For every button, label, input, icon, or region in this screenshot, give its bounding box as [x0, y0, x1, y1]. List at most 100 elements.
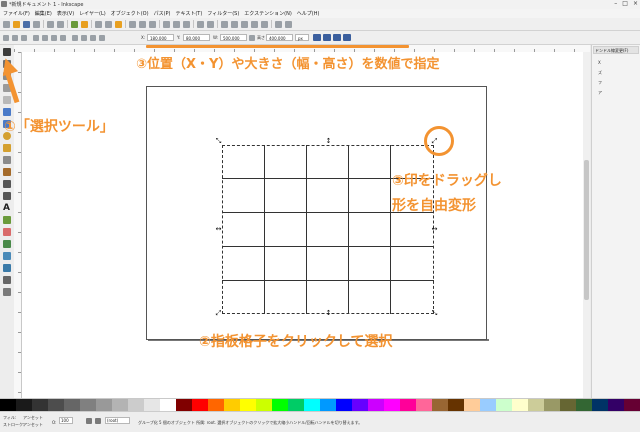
menu-object[interactable]: オブジェクト(O): [111, 10, 149, 17]
color-swatch[interactable]: [256, 399, 272, 411]
color-swatch[interactable]: [352, 399, 368, 411]
dock-tab[interactable]: ドンドル線変更(F): [593, 46, 639, 54]
handle-bottom-icon[interactable]: ↕: [325, 310, 332, 317]
color-swatch[interactable]: [240, 399, 256, 411]
measure-tool-icon[interactable]: [3, 96, 11, 104]
menu-path[interactable]: パス(P): [154, 10, 171, 17]
color-swatch[interactable]: [16, 399, 32, 411]
color-swatch[interactable]: [320, 399, 336, 411]
document-properties-icon[interactable]: [285, 20, 292, 28]
menu-text[interactable]: テキスト(T): [175, 10, 202, 17]
color-swatch[interactable]: [480, 399, 496, 411]
color-swatch[interactable]: [544, 399, 560, 411]
menu-file[interactable]: ファイル(F): [3, 10, 30, 17]
maximize-button[interactable]: □: [622, 0, 628, 7]
rotate-ccw-icon[interactable]: [33, 35, 39, 41]
color-swatch[interactable]: [368, 399, 384, 411]
color-swatch[interactable]: [608, 399, 624, 411]
zoom-drawing-icon[interactable]: [139, 20, 146, 28]
scale-corners-toggle-icon[interactable]: [323, 34, 331, 41]
layer-select[interactable]: (root): [105, 417, 130, 424]
color-swatch[interactable]: [624, 399, 640, 411]
select-tool-icon[interactable]: [3, 48, 11, 56]
vertical-scrollbar-thumb[interactable]: [584, 160, 589, 300]
zoom-page-icon[interactable]: [149, 20, 156, 28]
color-swatch[interactable]: [432, 399, 448, 411]
unit-select[interactable]: px: [295, 34, 309, 41]
menu-layer[interactable]: レイヤー(L): [79, 10, 106, 17]
color-swatch[interactable]: [32, 399, 48, 411]
handle-bottom-right-icon[interactable]: ⤡: [431, 310, 438, 317]
redo-icon[interactable]: [81, 20, 88, 28]
color-swatch[interactable]: [448, 399, 464, 411]
color-swatch[interactable]: [336, 399, 352, 411]
select-all-layers-icon[interactable]: [12, 35, 18, 41]
lock-toggle-icon[interactable]: [95, 418, 101, 424]
height-field[interactable]: 400.000: [266, 34, 293, 41]
spray-tool-icon[interactable]: [3, 216, 11, 224]
print-icon[interactable]: [33, 20, 40, 28]
duplicate-icon[interactable]: [163, 20, 170, 28]
deselect-icon[interactable]: [21, 35, 27, 41]
color-swatch[interactable]: [528, 399, 544, 411]
ungroup-icon[interactable]: [207, 20, 214, 28]
rotate-cw-icon[interactable]: [42, 35, 48, 41]
color-swatch[interactable]: [464, 399, 480, 411]
import-icon[interactable]: [47, 20, 54, 28]
menu-edit[interactable]: 編集(E): [35, 10, 52, 17]
paint-bucket-tool-icon[interactable]: [3, 240, 11, 248]
color-swatch[interactable]: [288, 399, 304, 411]
fill-value[interactable]: アンセット: [23, 415, 43, 421]
handle-top-left-icon[interactable]: ⤡: [215, 138, 222, 145]
raise-to-top-icon[interactable]: [72, 35, 78, 41]
close-button[interactable]: ×: [633, 0, 638, 7]
y-position-field[interactable]: 80.000: [183, 34, 210, 41]
width-field[interactable]: 500.000: [220, 34, 247, 41]
minimize-button[interactable]: –: [614, 0, 617, 7]
star-tool-icon[interactable]: [3, 144, 11, 152]
color-swatch[interactable]: [64, 399, 80, 411]
raise-icon[interactable]: [81, 35, 87, 41]
color-swatch[interactable]: [128, 399, 144, 411]
flip-vertical-icon[interactable]: [60, 35, 66, 41]
pen-tool-icon[interactable]: [3, 180, 11, 188]
new-document-icon[interactable]: [3, 20, 10, 28]
export-icon[interactable]: [57, 20, 64, 28]
color-swatch[interactable]: [592, 399, 608, 411]
dropper-tool-icon[interactable]: [3, 276, 11, 284]
color-swatch[interactable]: [208, 399, 224, 411]
color-swatch[interactable]: [224, 399, 240, 411]
menu-view[interactable]: 表示(V): [57, 10, 74, 17]
color-swatch[interactable]: [272, 399, 288, 411]
handle-top-icon[interactable]: ↕: [325, 138, 332, 145]
color-swatch[interactable]: [304, 399, 320, 411]
unlink-clone-icon[interactable]: [183, 20, 190, 28]
cut-icon[interactable]: [105, 20, 112, 28]
color-swatch[interactable]: [144, 399, 160, 411]
color-swatch[interactable]: [400, 399, 416, 411]
connector-tool-icon[interactable]: [3, 288, 11, 296]
lower-icon[interactable]: [90, 35, 96, 41]
color-swatch[interactable]: [112, 399, 128, 411]
opacity-field[interactable]: 100: [59, 417, 73, 424]
color-swatch[interactable]: [560, 399, 576, 411]
undo-icon[interactable]: [71, 20, 78, 28]
paste-icon[interactable]: [115, 20, 122, 28]
fill-stroke-icon[interactable]: [221, 20, 228, 28]
pencil-tool-icon[interactable]: [3, 168, 11, 176]
handle-bottom-left-icon[interactable]: ⤢: [215, 310, 222, 317]
handle-right-icon[interactable]: ↔: [431, 226, 438, 233]
group-icon[interactable]: [197, 20, 204, 28]
scale-stroke-toggle-icon[interactable]: [313, 34, 321, 41]
color-swatch[interactable]: [384, 399, 400, 411]
zoom-selection-icon[interactable]: [129, 20, 136, 28]
color-swatch[interactable]: [96, 399, 112, 411]
menu-filters[interactable]: フィルター(S): [207, 10, 239, 17]
color-swatch[interactable]: [576, 399, 592, 411]
eraser-tool-icon[interactable]: [3, 228, 11, 236]
menu-extensions[interactable]: エクステンション(N): [244, 10, 292, 17]
spiral-tool-icon[interactable]: [3, 156, 11, 164]
clone-icon[interactable]: [173, 20, 180, 28]
flip-horizontal-icon[interactable]: [51, 35, 57, 41]
layers-icon[interactable]: [241, 20, 248, 28]
